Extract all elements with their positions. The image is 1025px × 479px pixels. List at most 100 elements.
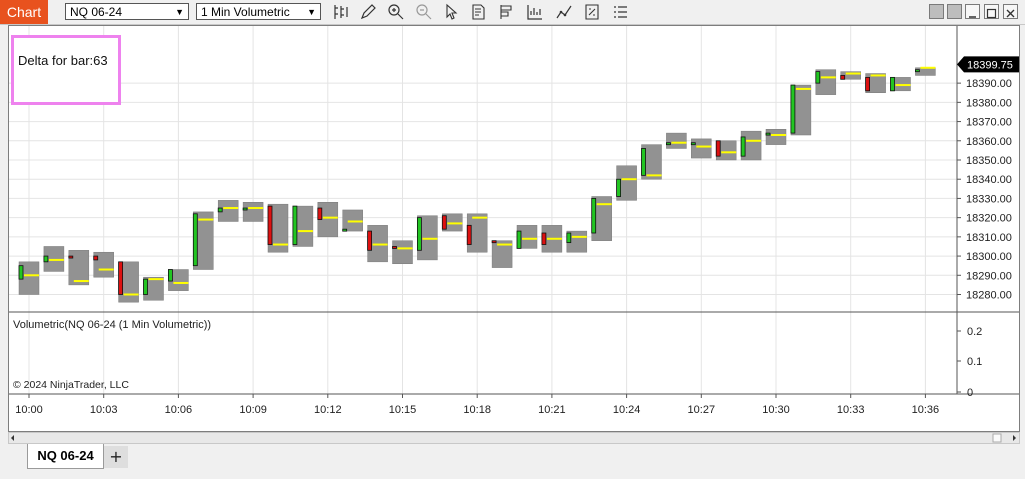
up-candle-body — [416, 217, 422, 251]
chart-trader-icon[interactable] — [526, 3, 544, 21]
up-candle-body — [690, 142, 696, 146]
instrument-selector[interactable]: NQ 06-24 ▼ — [65, 3, 189, 20]
close-button[interactable] — [1003, 4, 1018, 19]
down-candle-body — [865, 76, 870, 92]
up-candle-body — [790, 84, 796, 134]
app-title: Chart — [0, 0, 48, 24]
price-tick-label: 18300.00 — [966, 251, 1012, 263]
horizontal-scrollbar[interactable] — [8, 432, 1020, 444]
down-candle-body — [267, 205, 273, 245]
price-tick-label: 18330.00 — [966, 193, 1012, 205]
grid-button[interactable] — [947, 4, 962, 19]
down-candle-body — [715, 140, 721, 157]
close-icon — [1006, 9, 1015, 18]
time-tick-label: 10:15 — [389, 404, 417, 416]
time-tick-label: 10:06 — [165, 404, 193, 416]
down-candle-body — [93, 255, 99, 261]
indicators-icon[interactable] — [555, 3, 573, 21]
delta-label: Delta for bar:63 — [18, 53, 108, 68]
up-candle-body — [292, 205, 298, 245]
indicator-title: Volumetric(NQ 06-24 (1 Min Volumetric)) — [13, 319, 211, 331]
tab-bar: NQ 06-24 + — [0, 444, 1025, 479]
time-tick-label: 10:00 — [15, 404, 43, 416]
chevron-down-icon: ▼ — [175, 7, 184, 17]
up-candle-body — [516, 230, 522, 249]
draw-pencil-icon[interactable] — [359, 3, 377, 21]
time-tick-label: 10:09 — [239, 404, 267, 416]
time-tick-label: 10:12 — [314, 404, 342, 416]
delta-highlight-box — [11, 35, 121, 105]
scroll-left-icon[interactable] — [11, 435, 14, 441]
interval-selector[interactable]: 1 Min Volumetric ▼ — [196, 3, 321, 20]
up-candle-body — [217, 207, 223, 213]
time-tick-label: 10:36 — [912, 404, 940, 416]
up-candle-body — [143, 278, 148, 295]
up-candle-body — [616, 178, 621, 197]
price-tick-label: 18390.00 — [966, 78, 1012, 90]
indicator-tick-label: 0.2 — [967, 326, 982, 338]
zoom-in-icon[interactable] — [387, 3, 405, 21]
pointer-icon[interactable] — [442, 3, 460, 21]
up-candle-body — [666, 142, 671, 146]
minimize-button[interactable] — [965, 4, 980, 19]
up-candle-body — [765, 132, 771, 136]
volumetric-bar-bg — [242, 202, 264, 222]
copyright-text: © 2024 NinjaTrader, LLC — [13, 379, 129, 391]
time-tick-label: 10:24 — [613, 404, 641, 416]
chart-window: Chart NQ 06-24 ▼ 1 Min Volumetric ▼ 1839… — [0, 0, 1025, 479]
up-candle-body — [192, 213, 198, 267]
down-candle-body — [317, 207, 323, 220]
price-tick-label: 18350.00 — [966, 155, 1012, 167]
up-candle-body — [342, 228, 348, 232]
down-candle-body — [541, 232, 547, 245]
up-candle-body — [740, 136, 746, 157]
scroll-thumb[interactable] — [992, 433, 1002, 443]
up-candle-body — [167, 269, 173, 282]
tile-button[interactable] — [929, 4, 944, 19]
instrument-value: NQ 06-24 — [70, 5, 123, 19]
time-tick-label: 10:21 — [538, 404, 566, 416]
down-candle-body — [491, 240, 497, 244]
up-candle-body — [242, 207, 248, 211]
up-candle-body — [641, 148, 646, 176]
price-tick-label: 18280.00 — [966, 290, 1012, 302]
bars-type-icon[interactable] — [332, 3, 350, 21]
price-chart[interactable]: 18390.00 18380.00 18370.00 18360.00 18350.00… — [9, 26, 1019, 431]
volumetric-bar-bg — [765, 129, 787, 145]
price-tick-label: 18340.00 — [966, 174, 1012, 186]
down-candle-body — [840, 75, 846, 80]
down-candle-body — [441, 215, 447, 230]
up-candle-body — [815, 71, 821, 84]
price-tick-label: 18380.00 — [966, 97, 1012, 109]
volumetric-bar-bg — [68, 250, 90, 286]
up-candle-body — [591, 198, 597, 234]
down-candle-body — [367, 230, 373, 251]
data-box-icon[interactable] — [611, 3, 629, 21]
indicator-tick-label: 0 — [967, 387, 973, 399]
up-candle-body — [566, 232, 572, 244]
volumetric-bar-bg — [666, 132, 687, 149]
add-tab-button[interactable]: + — [104, 446, 128, 468]
maximize-icon — [986, 8, 997, 19]
templates-icon[interactable] — [498, 3, 516, 21]
properties-icon[interactable] — [470, 3, 488, 21]
time-tick-label: 10:27 — [688, 404, 716, 416]
maximize-button[interactable] — [984, 4, 999, 19]
scroll-right-icon[interactable] — [1013, 435, 1016, 441]
price-tick-label: 18310.00 — [966, 232, 1012, 244]
volumetric-bar-bg — [691, 138, 712, 159]
toolbar: Chart NQ 06-24 ▼ 1 Min Volumetric ▼ — [0, 0, 1025, 25]
price-tick-label: 18320.00 — [966, 213, 1012, 225]
up-candle-body — [18, 265, 24, 280]
time-tick-label: 10:03 — [90, 404, 118, 416]
chevron-down-icon: ▼ — [307, 7, 316, 17]
last-price-label: 18399.75 — [967, 59, 1013, 71]
chart-panel[interactable]: 18390.00 18380.00 18370.00 18360.00 18350.00… — [8, 25, 1020, 432]
down-candle-body — [466, 224, 472, 245]
price-tick-label: 18360.00 — [966, 136, 1012, 148]
up-candle-body — [915, 69, 920, 73]
up-candle-body — [43, 255, 49, 263]
tab-nq-06-24[interactable]: NQ 06-24 — [27, 444, 104, 469]
zoom-out-icon[interactable] — [415, 3, 433, 21]
strategies-icon[interactable] — [583, 3, 601, 21]
